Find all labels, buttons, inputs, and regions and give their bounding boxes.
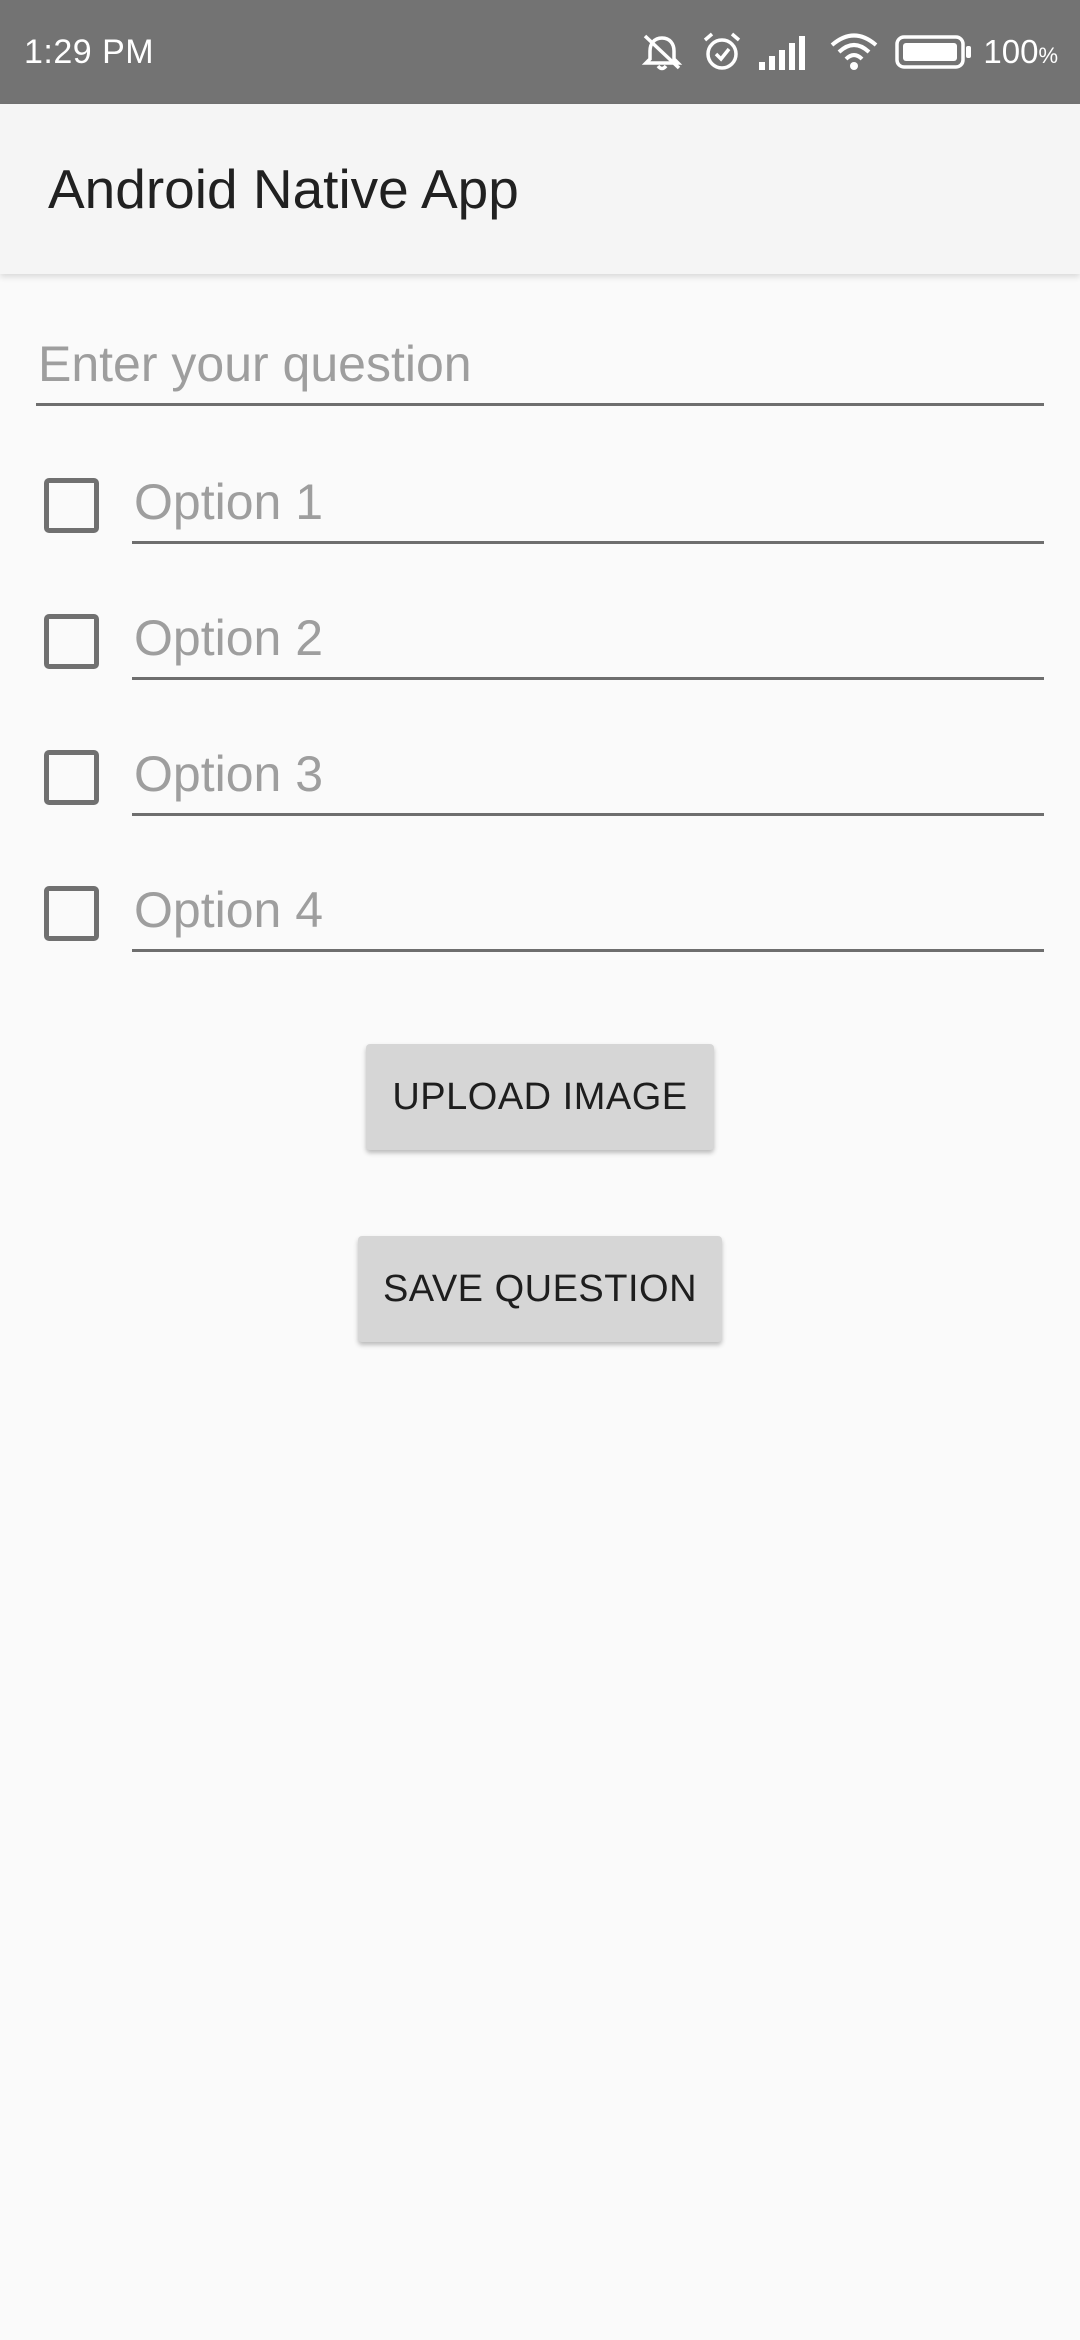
battery-icon	[895, 34, 973, 70]
upload-image-button[interactable]: UPLOAD IMAGE	[366, 1044, 714, 1150]
notifications-muted-icon	[639, 32, 685, 72]
option-row: Option 3	[0, 726, 1080, 826]
option-2-checkbox[interactable]	[44, 614, 99, 669]
option-3-checkbox[interactable]	[44, 750, 99, 805]
option-row: Option 4	[0, 862, 1080, 962]
option-row: Option 2	[0, 590, 1080, 690]
option-row: Option 1	[0, 454, 1080, 554]
question-input[interactable]: Enter your question	[36, 334, 1044, 406]
app-bar: Android Native App	[0, 104, 1080, 274]
option-1-checkbox[interactable]	[44, 478, 99, 533]
status-bar: 1:29 PM 100%	[0, 0, 1080, 104]
option-4-input[interactable]: Option 4	[132, 872, 1044, 952]
status-time: 1:29 PM	[24, 32, 155, 71]
status-icons: 100%	[639, 31, 1058, 73]
app-title: Android Native App	[48, 158, 519, 220]
option-4-checkbox[interactable]	[44, 886, 99, 941]
option-3-input[interactable]: Option 3	[132, 736, 1044, 816]
battery-percentage: 100%	[983, 33, 1058, 70]
save-question-button[interactable]: SAVE QUESTION	[358, 1236, 722, 1342]
cellular-signal-icon	[759, 34, 813, 70]
alarm-icon	[701, 31, 743, 73]
option-1-input[interactable]: Option 1	[132, 464, 1044, 544]
wifi-icon	[829, 32, 879, 72]
option-2-input[interactable]: Option 2	[132, 600, 1044, 680]
